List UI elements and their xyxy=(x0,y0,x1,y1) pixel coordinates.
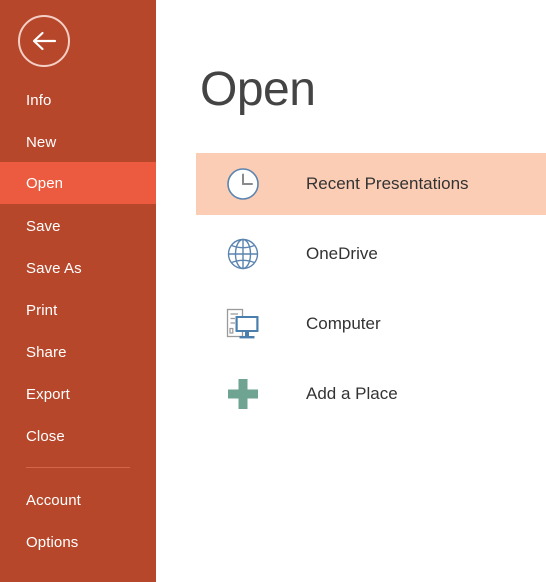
sidebar-item-new[interactable]: New xyxy=(0,121,156,163)
place-item-label: Add a Place xyxy=(306,384,398,403)
place-item-label: OneDrive xyxy=(306,244,378,263)
place-item-label: Computer xyxy=(306,314,381,333)
sidebar-item-export[interactable]: Export xyxy=(0,373,156,415)
sidebar-divider xyxy=(26,467,130,468)
place-item-add-a-place[interactable]: Add a Place xyxy=(196,363,546,425)
sidebar-item-label: Export xyxy=(26,385,70,403)
computer-icon xyxy=(225,306,261,342)
back-arrow-icon[interactable] xyxy=(18,15,70,67)
place-item-computer[interactable]: Computer xyxy=(196,293,546,355)
place-item-label: Recent Presentations xyxy=(306,174,469,193)
sidebar-item-label: Print xyxy=(26,301,58,319)
page-title: Open xyxy=(200,63,316,116)
backstage-main-panel: Open Recent Presentations OneDrive Compute… xyxy=(156,0,546,582)
backstage-sidebar: Info New Open Save Save As Print Share Export Cl… xyxy=(0,0,156,582)
sidebar-item-info[interactable]: Info xyxy=(0,79,156,121)
sidebar-item-label: Open xyxy=(26,174,64,192)
sidebar-item-label: Info xyxy=(26,91,52,109)
sidebar-item-label: Share xyxy=(26,343,67,361)
sidebar-item-label: Options xyxy=(26,533,79,551)
place-item-recent-presentations[interactable]: Recent Presentations xyxy=(196,153,546,215)
sidebar-item-label: Account xyxy=(26,491,81,509)
sidebar-item-close[interactable]: Close xyxy=(0,415,156,457)
sidebar-item-label: Save xyxy=(26,217,61,235)
backstage-open-screen: Info New Open Save Save As Print Share Export Cl… xyxy=(0,0,546,582)
sidebar-item-save-as[interactable]: Save As xyxy=(0,247,156,289)
clock-icon xyxy=(225,166,261,202)
globe-icon xyxy=(225,236,261,272)
sidebar-item-label: Save As xyxy=(26,259,82,277)
sidebar-item-save[interactable]: Save xyxy=(0,205,156,247)
sidebar-item-print[interactable]: Print xyxy=(0,289,156,331)
plus-icon xyxy=(225,376,261,412)
sidebar-item-open[interactable]: Open xyxy=(0,162,156,204)
place-item-onedrive[interactable]: OneDrive xyxy=(196,223,546,285)
sidebar-item-share[interactable]: Share xyxy=(0,331,156,373)
sidebar-item-account[interactable]: Account xyxy=(0,479,156,521)
sidebar-item-label: Close xyxy=(26,427,65,445)
sidebar-item-label: New xyxy=(26,133,57,151)
sidebar-scrollbar[interactable] xyxy=(0,552,156,566)
